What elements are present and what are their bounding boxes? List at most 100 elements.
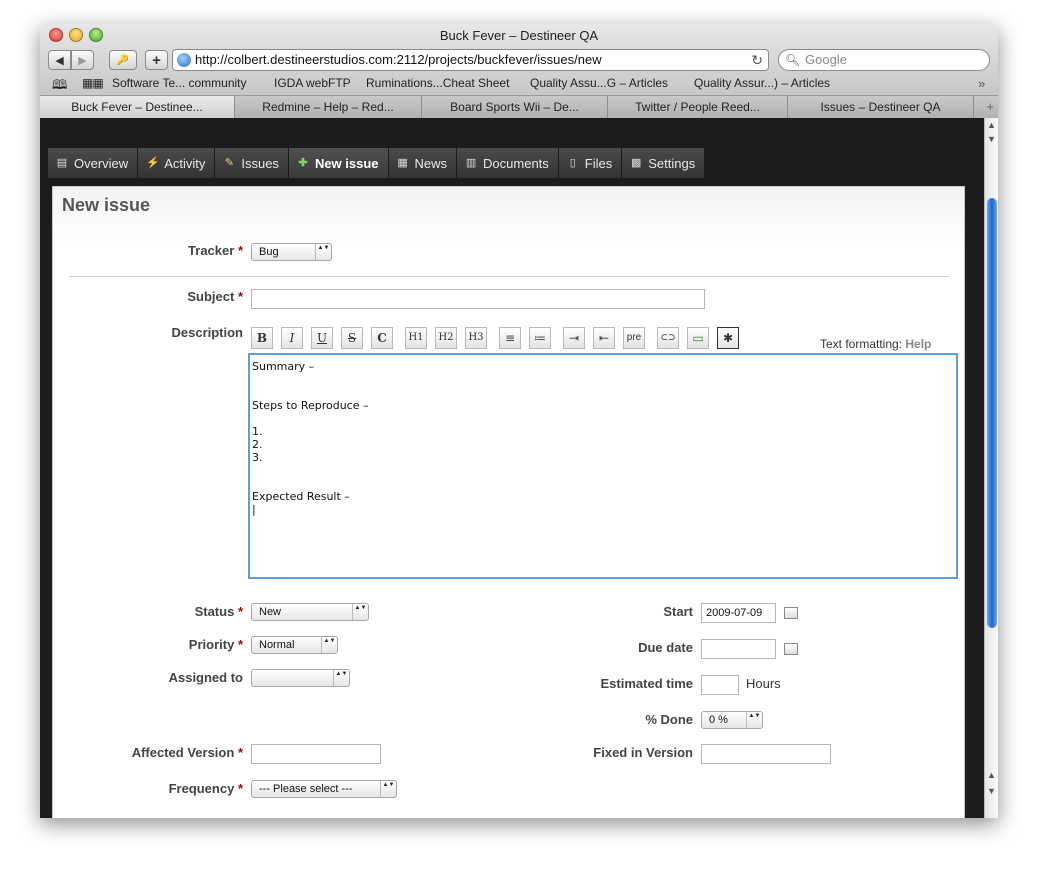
tab-activity[interactable]: ⚡ Activity [138,148,216,178]
forward-arrow-icon: ▶ [78,54,87,67]
window-title: Buck Fever – Destineer QA [439,28,599,43]
frequency-label: Frequency * [168,781,243,796]
grid-icon[interactable]: ▦▦ [82,76,104,90]
calendar-icon[interactable] [784,607,798,619]
bookmark-item[interactable]: Quality Assu...G – Articles [530,76,668,90]
formatting-help-link[interactable]: Help [905,337,931,351]
browser-tab-bar: Buck Fever – Destinee... Redmine – Help … [40,95,998,118]
start-date-input[interactable]: 2009-07-09 [701,603,776,623]
scroll-up-icon[interactable]: ▲ [985,120,998,130]
frequency-select[interactable]: --- Please select --- ▲▼ [251,780,397,798]
tab-label: Overview [74,155,129,171]
browser-tab[interactable]: Twitter / People Reed... [608,96,788,118]
ticket-icon: ✎ [224,156,234,169]
text-formatting-help: Text formatting: Help [820,337,931,351]
tab-label: Documents [483,155,549,171]
search-placeholder: Google [805,52,847,67]
plus-icon: + [152,51,161,69]
code-button[interactable]: C [371,327,393,349]
bookmark-item[interactable]: IGDA webFTP [274,76,351,90]
search-field[interactable]: 🔍︎ Google [778,49,990,71]
image-icon[interactable]: ▭ [687,327,709,349]
address-bar[interactable]: http://colbert.destineerstudios.com:2112… [172,49,769,71]
add-bookmark-button[interactable]: + [145,50,168,70]
reload-icon[interactable]: ↻ [751,50,763,70]
affected-version-input[interactable] [251,744,381,764]
due-date-input[interactable] [701,639,776,659]
updown-icon: ▲▼ [321,637,337,653]
bookmark-item[interactable]: Quality Assur...) – Articles [694,76,830,90]
tab-news[interactable]: ▦ News [388,148,458,178]
tab-label: New issue [314,155,379,171]
priority-select[interactable]: Normal ▲▼ [251,636,338,654]
preformatted-button[interactable]: pre [623,327,645,349]
bold-button[interactable]: B [251,327,273,349]
bookmarks-overflow-icon[interactable]: » [978,76,985,91]
bookmark-item[interactable]: Ruminations...Cheat Sheet [366,76,509,90]
bookmark-item[interactable]: Software Te... community [112,76,247,90]
tab-documents[interactable]: ▥ Documents [457,148,559,178]
scroll-up-icon[interactable]: ▲ [985,770,998,780]
browser-tab[interactable]: Redmine – Help – Red... [235,96,422,118]
due-date-label: Due date [638,640,693,655]
tab-label: News [414,155,448,171]
web-content: ▤ Overview ⚡ Activity ✎ Issues ✚ New issue ▦… [40,118,984,818]
browser-tab[interactable]: Issues – Destineer QA [788,96,974,118]
outdent-button[interactable]: ⇤ [593,327,615,349]
done-label: % Done [645,712,693,727]
project-menu: ▤ Overview ⚡ Activity ✎ Issues ✚ New issue ▦… [48,148,706,178]
heading2-button[interactable]: H2 [435,327,457,349]
indent-button[interactable]: ⇥ [563,327,585,349]
updown-icon: ▲▼ [333,670,349,686]
unordered-list-button[interactable]: ≡ [499,327,521,349]
estimated-time-label: Estimated time [600,676,693,691]
tab-settings[interactable]: ▩ Settings [622,148,706,178]
strikethrough-button[interactable]: S [341,327,363,349]
vertical-scrollbar[interactable]: ▲ ▼ ▲ ▼ [984,118,998,818]
ordered-list-button[interactable]: ≔ [529,327,551,349]
scrollbar-thumb[interactable] [987,198,997,628]
forward-button[interactable]: ▶ [71,50,94,70]
assigned-to-select[interactable]: ▲▼ [251,669,350,687]
subject-input[interactable] [251,289,705,309]
link-icon[interactable]: ⊂⊃ [657,327,679,349]
frequency-value: --- Please select --- [259,783,353,795]
new-issue-form: New issue Tracker * Bug ▲▼ Subject * Desc… [52,186,965,818]
news-icon: ▦ [397,156,408,169]
start-label: Start [663,604,693,619]
browser-window: Buck Fever – Destineer QA ◀ ▶ 🔑 + http:/… [40,24,998,818]
tab-files[interactable]: ▯ Files [558,148,623,178]
documents-icon: ▥ [465,156,477,169]
search-icon: 🔍︎ [785,53,801,67]
italic-button[interactable]: I [281,327,303,349]
browser-tab[interactable]: Buck Fever – Destinee... [40,96,235,118]
tab-overview[interactable]: ▤ Overview [48,148,139,178]
divider [69,276,950,277]
priority-value: Normal [259,639,295,651]
tab-issues[interactable]: ✎ Issues [215,148,289,178]
tracker-select[interactable]: Bug ▲▼ [251,243,332,261]
description-textarea[interactable]: Summary – Steps to Reproduce – 1. 2. 3. … [248,353,958,579]
heading3-button[interactable]: H3 [465,327,487,349]
underline-button[interactable]: U [311,327,333,349]
updown-icon: ▲▼ [315,244,331,260]
scroll-down-icon[interactable]: ▼ [985,786,998,796]
done-select[interactable]: 0 % ▲▼ [701,711,763,729]
heading1-button[interactable]: H1 [405,327,427,349]
calendar-icon[interactable] [784,643,798,655]
help-icon[interactable]: ✱ [717,327,739,349]
subject-label: Subject * [187,289,243,304]
estimated-time-input[interactable] [701,675,739,695]
tab-new-issue[interactable]: ✚ New issue [288,148,389,178]
tab-label: Issues [241,155,279,171]
fixed-in-version-input[interactable] [701,744,831,764]
browser-tab[interactable]: Board Sports Wii – De... [422,96,608,118]
priority-label: Priority * [188,637,243,652]
new-tab-icon[interactable]: + [986,99,994,114]
status-select[interactable]: New ▲▼ [251,603,369,621]
settings-icon: ▩ [631,156,642,169]
back-button[interactable]: ◀ [48,50,71,70]
keychain-button[interactable]: 🔑 [109,50,137,70]
scroll-down-icon[interactable]: ▼ [985,134,998,144]
formatting-label: Text formatting: [820,337,903,351]
